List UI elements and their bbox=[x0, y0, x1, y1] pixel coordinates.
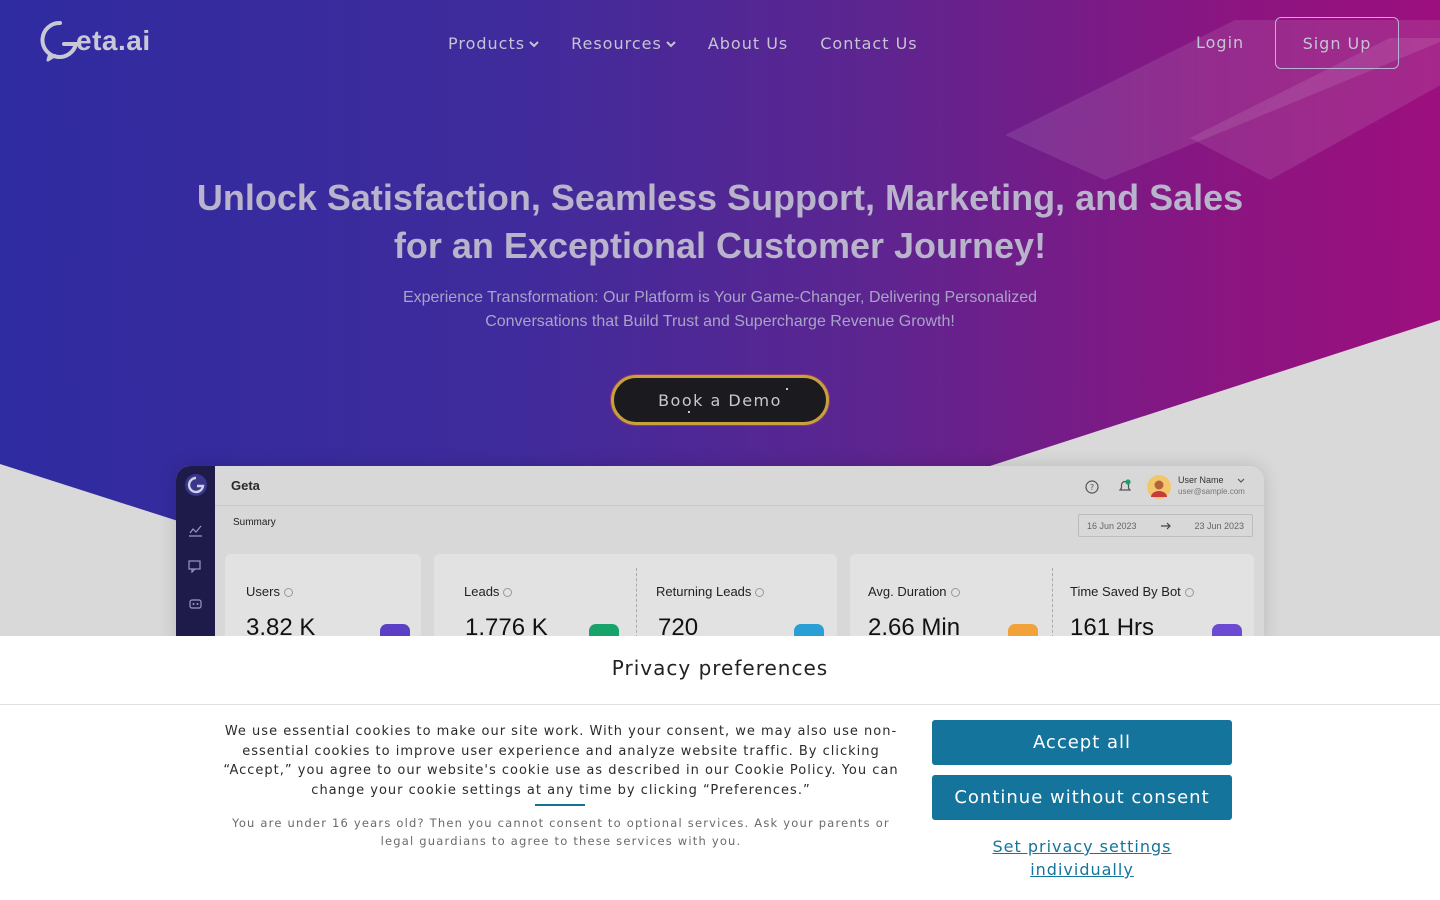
info-icon bbox=[1184, 588, 1194, 598]
info-icon bbox=[283, 588, 293, 598]
dashboard-topbar: Geta ? User Name user@sample.com bbox=[215, 466, 1264, 506]
accept-all-button[interactable]: Accept all bbox=[932, 720, 1232, 765]
privacy-settings-line: Set privacy settings bbox=[992, 837, 1172, 856]
chevron-down-icon[interactable] bbox=[1237, 478, 1245, 484]
info-icon bbox=[503, 588, 513, 598]
metric-label: Users bbox=[246, 584, 293, 599]
hero-subheadline: Experience Transformation: Our Platform … bbox=[380, 286, 1060, 334]
book-demo-label: Book a Demo bbox=[658, 390, 782, 410]
geta-logo-icon bbox=[40, 20, 79, 62]
metric-card-leads: Leads 1.776 K Returning Leads 720 bbox=[434, 554, 837, 646]
nav-item-label: About Us bbox=[707, 34, 789, 53]
bell-icon[interactable] bbox=[1117, 478, 1133, 494]
metric-card-users: Users 3.82 K bbox=[225, 554, 421, 646]
headline-line: Unlock Satisfaction, Seamless Support, M… bbox=[196, 177, 1244, 218]
nav-item-contact[interactable]: Contact Us bbox=[820, 34, 917, 53]
dashboard-sidebar bbox=[176, 466, 215, 646]
privacy-settings-line: individually bbox=[1030, 860, 1134, 879]
card-divider bbox=[636, 568, 637, 638]
avatar[interactable] bbox=[1147, 475, 1171, 499]
dashboard-preview: Geta ? User Name user@sample.com Summary… bbox=[176, 466, 1264, 646]
age-notice-line: You are under 16 years old? Then you can… bbox=[232, 816, 890, 830]
nav-item-resources[interactable]: Resources bbox=[571, 34, 676, 53]
cookie-description: We use essential cookies to make our sit… bbox=[212, 722, 910, 800]
cookie-text-line: essential cookies to improve user experi… bbox=[242, 743, 880, 759]
date-to: 23 Jun 2023 bbox=[1194, 520, 1244, 531]
logo-text: eta.ai bbox=[76, 25, 151, 56]
dashboard-brand: Geta bbox=[231, 478, 260, 493]
scroll-indicator bbox=[535, 804, 585, 806]
main-nav: Products Resources About Us Contact Us bbox=[448, 34, 918, 53]
metric-label: Time Saved By Bot bbox=[1070, 584, 1194, 599]
cookie-text-line: We use essential cookies to make our sit… bbox=[224, 724, 898, 739]
date-range-picker[interactable]: 16 Jun 2023 23 Jun 2023 bbox=[1078, 514, 1253, 537]
bot-icon bbox=[189, 599, 202, 609]
date-from: 16 Jun 2023 bbox=[1087, 520, 1137, 531]
age-notice-line: legal guardians to agree to these servic… bbox=[380, 834, 742, 848]
subhead-line: Experience Transformation: Our Platform … bbox=[402, 289, 1038, 306]
user-name: User Name bbox=[1178, 475, 1224, 485]
metric-card-duration: Avg. Duration 2.66 Min Time Saved By Bot… bbox=[850, 554, 1254, 646]
chat-icon bbox=[188, 560, 201, 573]
sparkle-dot bbox=[688, 411, 690, 413]
divider bbox=[0, 704, 1440, 705]
metric-label: Leads bbox=[464, 584, 513, 599]
continue-without-consent-button[interactable]: Continue without consent bbox=[932, 775, 1232, 820]
nav-item-label: Contact Us bbox=[820, 34, 918, 53]
chevron-down-icon bbox=[529, 40, 539, 47]
login-link[interactable]: Login bbox=[1196, 33, 1244, 52]
sparkle-dot bbox=[786, 388, 788, 390]
privacy-settings-link[interactable]: Set privacy settings individually bbox=[932, 835, 1232, 881]
arrow-right-icon bbox=[1160, 522, 1171, 529]
chevron-down-icon bbox=[666, 40, 676, 47]
metric-label: Returning Leads bbox=[656, 584, 765, 599]
nav-item-products[interactable]: Products bbox=[448, 34, 539, 53]
subhead-line: Conversations that Build Trust and Super… bbox=[485, 313, 955, 330]
cookie-text-line: change your cookie settings at any time … bbox=[311, 782, 811, 798]
hero-headline: Unlock Satisfaction, Seamless Support, M… bbox=[150, 174, 1290, 270]
nav-item-label: Resources bbox=[571, 34, 662, 53]
info-icon bbox=[950, 588, 960, 598]
card-divider bbox=[1052, 568, 1053, 638]
metric-label: Avg. Duration bbox=[868, 584, 960, 599]
cookie-title: Privacy preferences bbox=[611, 656, 829, 680]
summary-label: Summary bbox=[233, 517, 276, 528]
geta-logo-icon bbox=[185, 474, 207, 496]
nav-item-about[interactable]: About Us bbox=[708, 34, 788, 53]
info-icon bbox=[755, 588, 765, 598]
user-email: user@sample.com bbox=[1178, 487, 1245, 496]
help-icon[interactable]: ? bbox=[1085, 480, 1099, 494]
signup-button[interactable]: Sign Up bbox=[1275, 17, 1399, 69]
analytics-icon bbox=[189, 525, 202, 537]
age-notice: You are under 16 years old? Then you can… bbox=[212, 814, 910, 850]
cookie-text-line: “Accept,” you agree to our website's coo… bbox=[223, 763, 899, 778]
book-demo-button[interactable]: Book a Demo bbox=[611, 375, 829, 425]
nav-item-label: Products bbox=[448, 34, 526, 53]
svg-text:?: ? bbox=[1090, 483, 1094, 492]
headline-line: for an Exceptional Customer Journey! bbox=[393, 225, 1047, 266]
site-logo[interactable]: eta.ai bbox=[40, 20, 151, 62]
cookie-banner: Privacy preferences We use essential coo… bbox=[0, 636, 1440, 900]
